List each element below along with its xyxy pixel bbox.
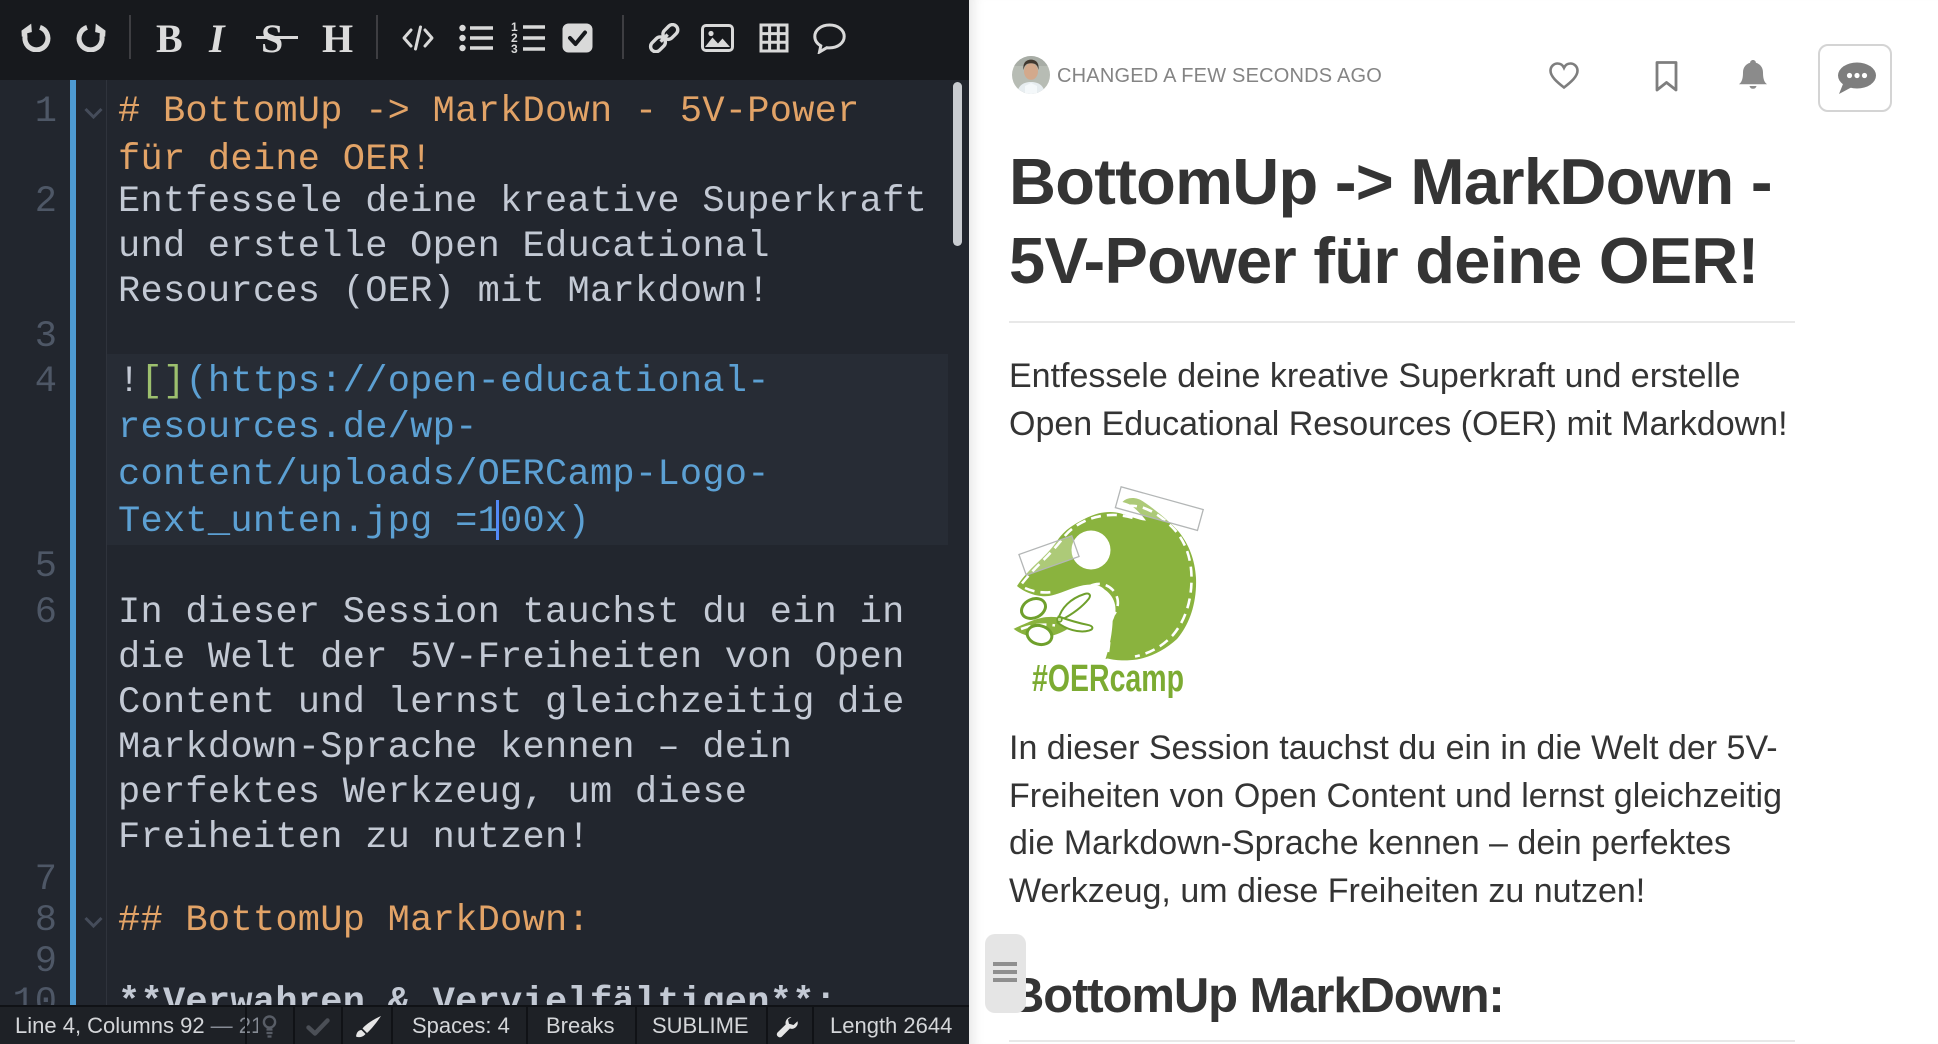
svg-text:#OERcamp: #OERcamp — [1032, 658, 1184, 698]
svg-text:3: 3 — [511, 42, 518, 53]
